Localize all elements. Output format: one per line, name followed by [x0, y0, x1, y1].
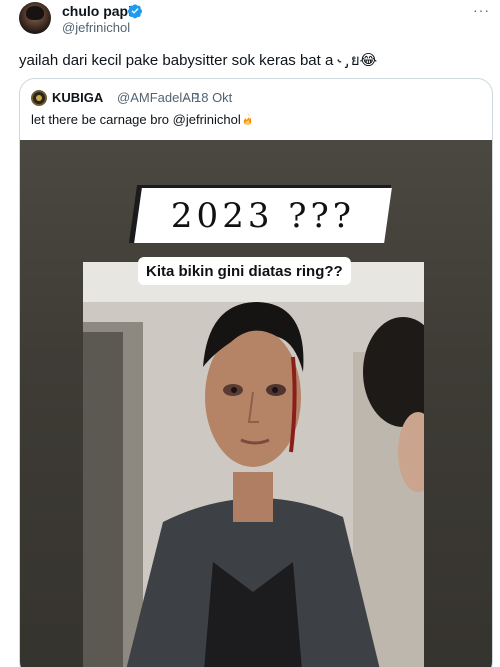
- author-handle[interactable]: @jefrinichol: [62, 20, 130, 35]
- quoted-author-display-name: KUBIGA: [52, 90, 104, 105]
- quoted-author-avatar: [31, 90, 47, 106]
- quoted-tweet-text: let there be carnage bro @jefrinichol: [31, 112, 241, 127]
- fire-icon: [243, 112, 252, 125]
- author-avatar[interactable]: [19, 2, 51, 34]
- photo-scene: [83, 262, 424, 667]
- quoted-separator: ·: [184, 90, 189, 105]
- quoted-media-image[interactable]: 2023 ??? Kita bikin gini diatas ring??: [20, 140, 492, 667]
- photo-portrait: [83, 262, 424, 667]
- more-options-icon[interactable]: ···: [473, 2, 490, 18]
- tweet: chulo papi @jefrinichol ··· yailah dari …: [0, 0, 500, 667]
- quoted-date[interactable]: 18 Okt: [194, 90, 232, 105]
- caption-question: Kita bikin gini diatas ring??: [138, 257, 351, 285]
- caption-year-text: 2023 ???: [170, 195, 356, 236]
- verified-badge-icon: [128, 4, 142, 19]
- quoted-tweet-card[interactable]: KUBIGA @AMFadelAP · 18 Okt let there be …: [19, 78, 493, 667]
- author-display-name[interactable]: chulo papi: [62, 3, 132, 19]
- tweet-text: yailah dari kecil pake babysitter sok ke…: [19, 52, 378, 69]
- caption-year-box: 2023 ???: [134, 188, 392, 243]
